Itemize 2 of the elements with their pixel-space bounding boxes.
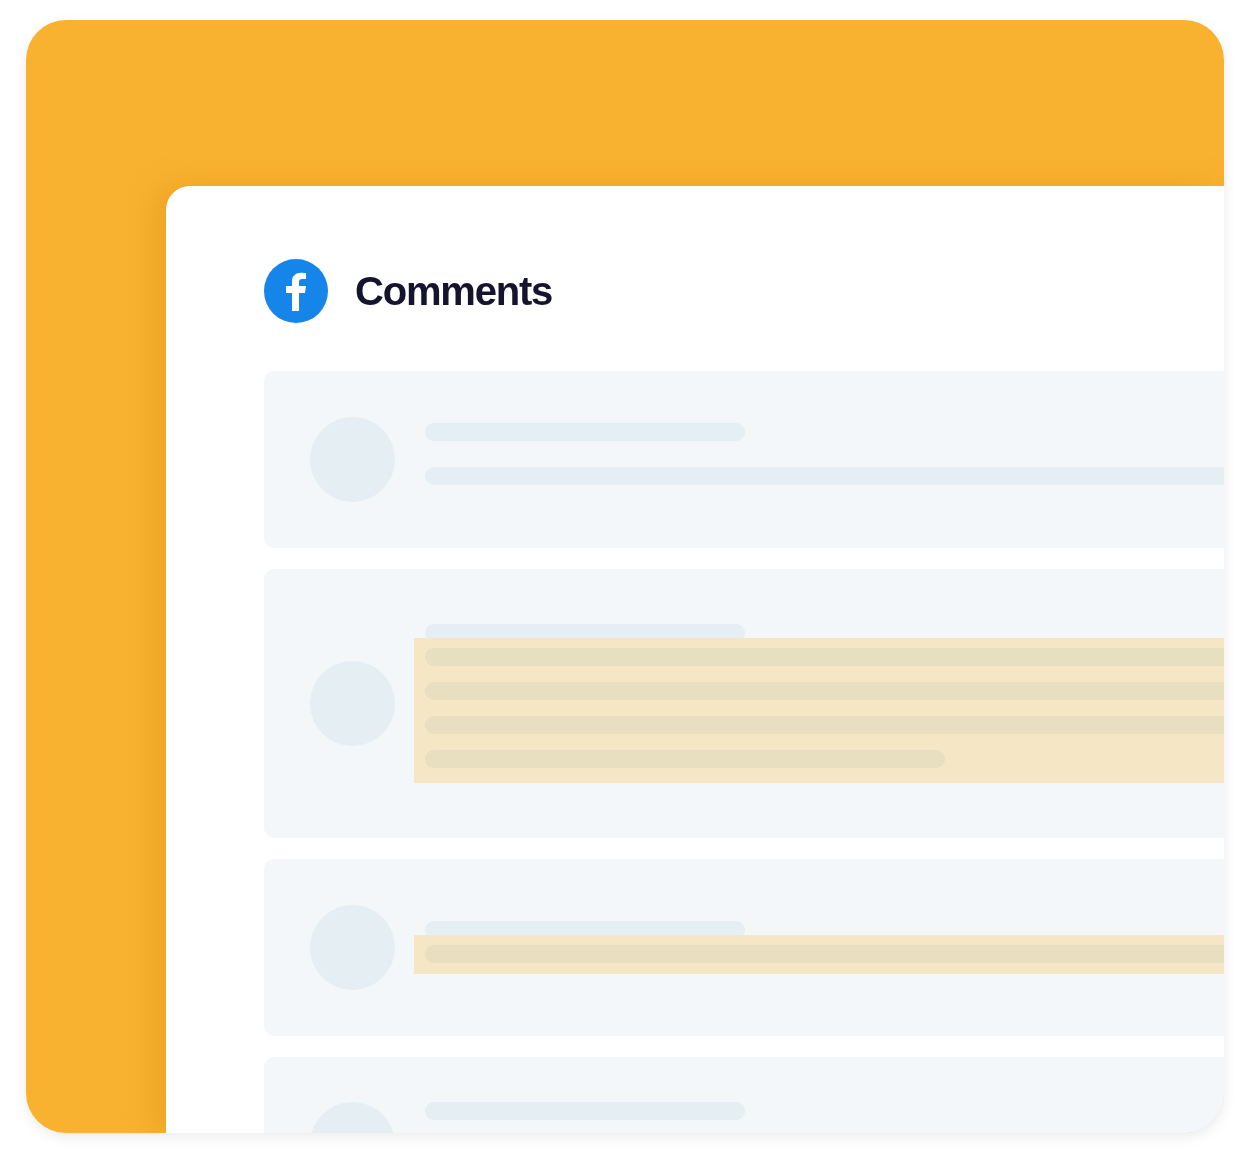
facebook-icon — [264, 259, 328, 323]
page-title: Comments — [355, 268, 553, 314]
